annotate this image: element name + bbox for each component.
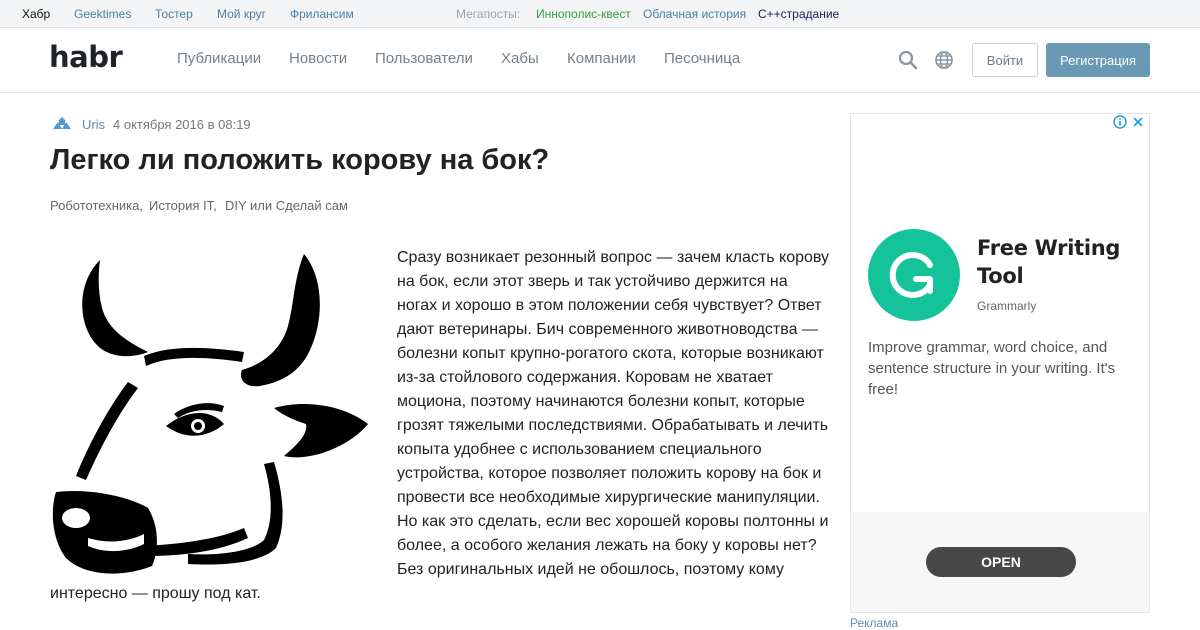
lead-line-8: грозят тяжелыми последствиями. Обрабатыв… <box>397 417 829 434</box>
lead-line-9: копыта удобнее с использованием специаль… <box>397 441 762 458</box>
topbar-link-geektimes[interactable]: Geektimes <box>74 7 131 21</box>
ad-banner[interactable]: Free Writing Tool Grammarly Improve gram… <box>850 113 1150 613</box>
ad-description: Improve grammar, word choice, and senten… <box>868 339 1116 398</box>
cow-head-illustration <box>52 254 368 574</box>
megapost-link-cloud[interactable]: Облачная история <box>643 7 746 21</box>
nav-item-users[interactable]: Пользователи <box>375 50 473 67</box>
megapost-link-innopolis[interactable]: Иннополис-квест <box>536 7 631 21</box>
lead-line-15: интересно — прошу под кат. <box>50 585 261 602</box>
lead-line-13: более, а особого желания лежать на боку … <box>397 537 817 554</box>
ad-label[interactable]: Реклама <box>850 616 898 630</box>
topbar-link-moikrug[interactable]: Мой круг <box>217 7 266 21</box>
lead-line-10: устройства, которое позволяет положить к… <box>397 465 822 482</box>
globe-icon[interactable] <box>933 49 955 71</box>
lead-line-12: Но как это сделать, если вес хорошей кор… <box>397 513 829 530</box>
lead-line-5: болезни копыт крупно-рогатого скота, кот… <box>397 345 824 362</box>
megaposts-label: Мегапосты: <box>456 7 521 21</box>
author-avatar-icon[interactable] <box>52 116 72 130</box>
search-icon[interactable] <box>897 49 919 71</box>
nav-item-sandbox[interactable]: Песочница <box>664 50 740 67</box>
lead-line-7: моциона, поэтому начинаются болезни копы… <box>397 393 805 410</box>
megapost-link-cpp[interactable]: C++страдание <box>758 7 839 21</box>
topbar-link-toster[interactable]: Тостер <box>155 7 193 21</box>
topbar-link-habr[interactable]: Хабр <box>22 7 50 21</box>
hub-link-robotics[interactable]: Робототехника, <box>50 198 143 213</box>
nav-item-companies[interactable]: Компании <box>567 50 636 67</box>
lead-line-6: из-за стойлового содержания. Коровам не … <box>397 369 773 386</box>
register-button[interactable]: Регистрация <box>1046 43 1150 77</box>
lead-line-4: дают ветеринары. Бич современного животн… <box>397 321 818 338</box>
ad-close-icon[interactable] <box>1131 115 1145 129</box>
nav-item-hubs[interactable]: Хабы <box>501 50 539 67</box>
page-title: Легко ли положить корову на бок? <box>50 144 550 176</box>
ad-brand[interactable]: Grammarly <box>977 299 1036 313</box>
publication-date: 4 октября 2016 в 08:19 <box>113 117 251 132</box>
lead-line-1: Сразу возникает резонный вопрос — зачем … <box>397 249 830 266</box>
ad-open-button[interactable]: OPEN <box>926 547 1076 577</box>
lead-line-2: на бок, если этот зверь и так устойчиво … <box>397 273 788 290</box>
nav-item-publications[interactable]: Публикации <box>177 50 261 67</box>
hub-link-it-history[interactable]: История IT, <box>149 198 217 213</box>
author-link[interactable]: Uris <box>82 117 105 132</box>
grammarly-logo-icon[interactable] <box>868 229 960 321</box>
site-header: habr Публикации Новости Пользователи Хаб… <box>0 28 1200 93</box>
login-button[interactable]: Войти <box>972 43 1038 77</box>
hub-link-diy[interactable]: DIY или Сделай сам <box>225 198 348 213</box>
nav-item-news[interactable]: Новости <box>289 50 347 67</box>
lead-line-14: Без оригинальных идей не обошлось, поэто… <box>397 561 784 578</box>
lead-line-11: провести все необходимые хирургические м… <box>397 489 820 506</box>
ad-info-icon[interactable] <box>1113 115 1127 129</box>
lead-line-3: ногах и хорошо в этом положении себя чув… <box>397 297 822 314</box>
habr-logo[interactable]: habr <box>49 40 123 74</box>
top-bar: Хабр Geektimes Тостер Мой круг Фрилансим… <box>0 0 1200 28</box>
ad-title[interactable]: Free Writing Tool <box>977 234 1127 290</box>
topbar-link-freelansim[interactable]: Фрилансим <box>290 7 354 21</box>
